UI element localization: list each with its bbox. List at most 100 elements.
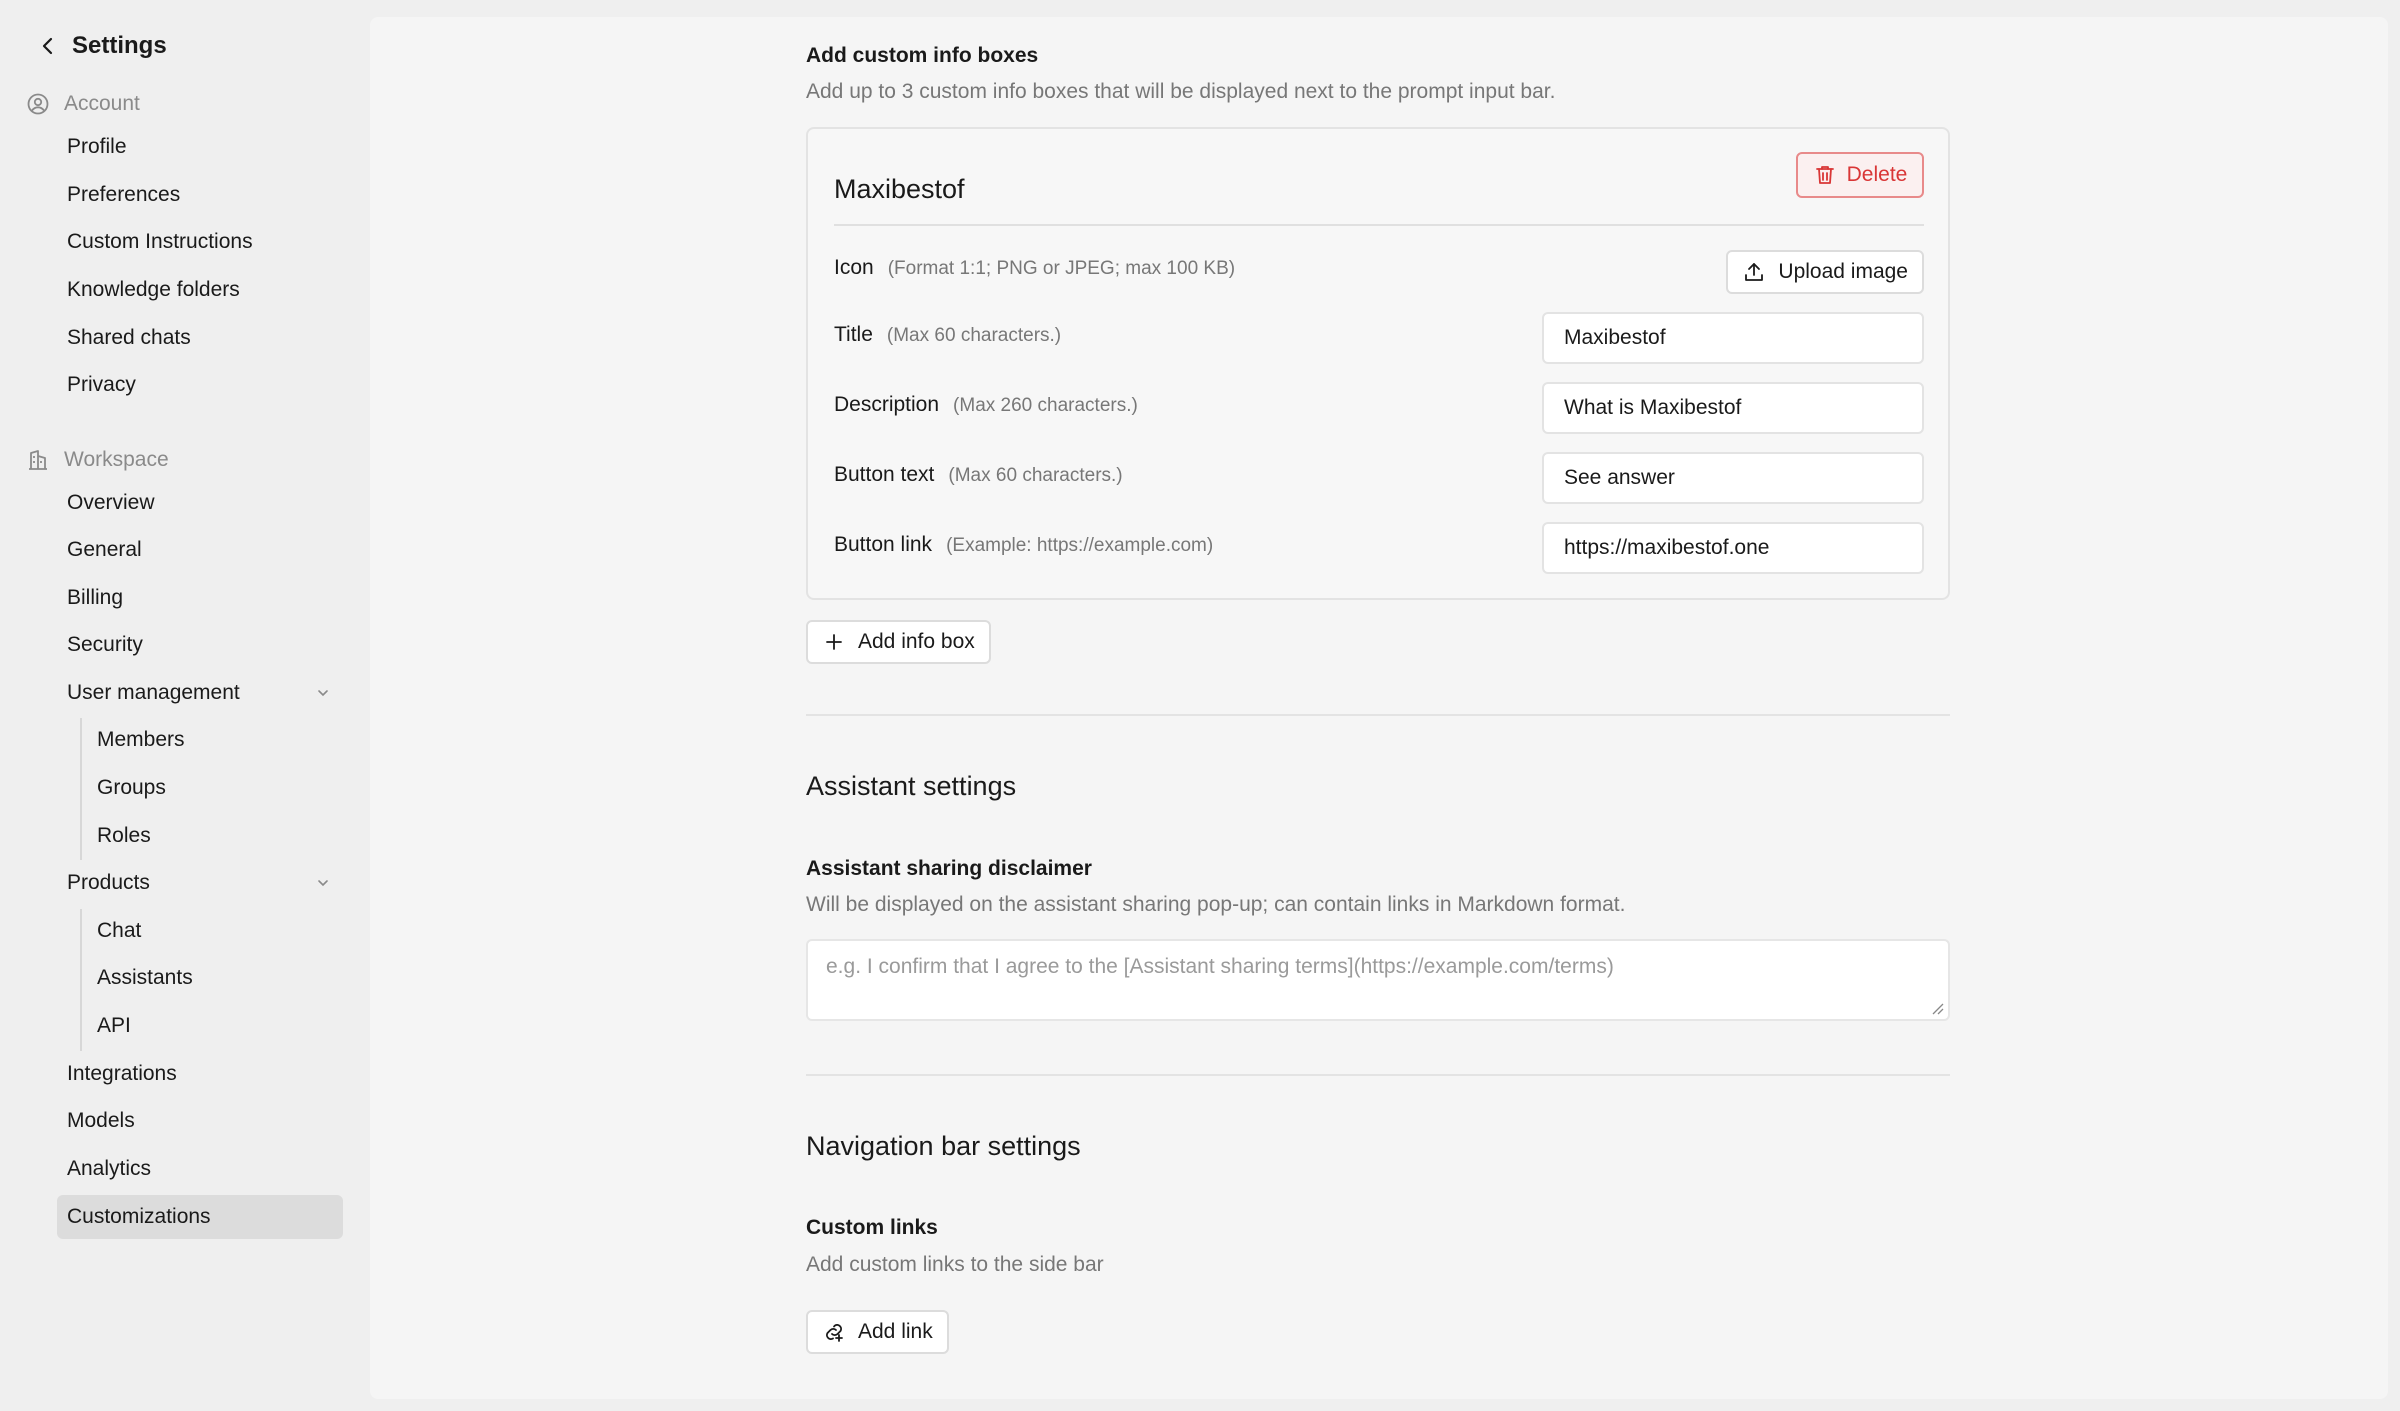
sidebar-item-shared-chats[interactable]: Shared chats: [57, 316, 343, 360]
sidebar-item-groups[interactable]: Groups: [87, 766, 343, 810]
sidebar-item-label: Custom Instructions: [67, 230, 253, 253]
sidebar-item-billing[interactable]: Billing: [57, 576, 343, 620]
sidebar-item-overview[interactable]: Overview: [57, 481, 343, 525]
sidebar-item-label: Models: [67, 1109, 135, 1132]
button-link-hint: (Example: https://example.com): [946, 535, 1214, 556]
sidebar-item-integrations[interactable]: Integrations: [57, 1052, 343, 1096]
info-box-card: Maxibestof Delete Icon (Format 1:1; PNG …: [806, 127, 1950, 600]
disclaimer-placeholder: e.g. I confirm that I agree to the [Assi…: [826, 955, 1614, 978]
upload-icon: [1745, 263, 1764, 281]
sidebar-item-general[interactable]: General: [57, 528, 343, 572]
disclaimer-description: Will be displayed on the assistant shari…: [806, 893, 1626, 916]
sidebar-item-custom-instructions[interactable]: Custom Instructions: [57, 220, 343, 264]
title-row-label: Title (Max 60 characters.): [834, 323, 1061, 347]
sidebar-item-roles[interactable]: Roles: [87, 814, 343, 858]
disclaimer-textarea[interactable]: e.g. I confirm that I agree to the [Assi…: [806, 939, 1950, 1021]
navigation-settings-title: Navigation bar settings: [806, 1131, 1081, 1161]
button-link-input[interactable]: https://maxibestof.one: [1542, 522, 1924, 574]
account-section-header: Account: [26, 86, 140, 122]
sidebar-item-preferences[interactable]: Preferences: [57, 173, 343, 217]
account-section-label: Account: [64, 92, 140, 115]
sidebar-item-profile[interactable]: Profile: [57, 125, 343, 169]
sidebar-item-label: Billing: [67, 586, 124, 609]
sidebar-item-label: Assistants: [97, 966, 193, 989]
delete-button[interactable]: Delete: [1796, 152, 1924, 198]
sidebar-item-chat[interactable]: Chat: [87, 909, 343, 953]
sidebar-item-assistants[interactable]: Assistants: [87, 956, 343, 1000]
description-hint: (Max 260 characters.): [953, 395, 1138, 416]
button-text-hint: (Max 60 characters.): [948, 465, 1123, 486]
building-icon: [29, 450, 47, 470]
button-text-label: Button text: [834, 463, 935, 486]
add-info-box-button[interactable]: Add info box: [806, 620, 991, 664]
sidebar-item-products[interactable]: Products: [57, 861, 343, 905]
chevron-left-icon: [42, 37, 53, 55]
button-text-input[interactable]: See answer: [1542, 452, 1924, 504]
card-divider: [834, 224, 1924, 226]
sidebar-item-knowledge-folders[interactable]: Knowledge folders: [57, 268, 343, 312]
submenu-rail: [80, 909, 82, 1051]
button-link-row-label: Button link (Example: https://example.co…: [834, 533, 1213, 557]
info-box-name: Maxibestof: [834, 174, 965, 204]
description-row-label: Description (Max 260 characters.): [834, 393, 1138, 417]
sidebar-item-user-management[interactable]: User management: [57, 671, 343, 715]
sidebar-item-models[interactable]: Models: [57, 1099, 343, 1143]
description-label: Description: [834, 393, 940, 416]
section-divider: [806, 714, 1950, 716]
title-hint: (Max 60 characters.): [886, 325, 1062, 346]
button-text-row-label: Button text (Max 60 characters.): [834, 463, 1123, 487]
sidebar-item-label: Privacy: [67, 373, 136, 396]
user-circle-icon: [27, 93, 49, 115]
sidebar-item-privacy[interactable]: Privacy: [57, 363, 343, 407]
sidebar-item-label: Knowledge folders: [67, 278, 240, 301]
settings-sidebar: Settings Account Profile Preferences Cus…: [0, 0, 368, 1411]
description-input[interactable]: What is Maxibestof: [1542, 382, 1924, 434]
workspace-section-header: Workspace: [26, 442, 169, 478]
sidebar-item-label: Members: [97, 728, 185, 751]
disclaimer-label: Assistant sharing disclaimer: [806, 857, 1092, 880]
main-panel: Add custom info boxes Add up to 3 custom…: [370, 17, 2388, 1399]
sidebar-item-label: Roles: [97, 824, 151, 847]
sidebar-item-label: Chat: [97, 919, 142, 942]
sidebar-item-security[interactable]: Security: [57, 623, 343, 667]
back-to-settings[interactable]: Settings: [36, 26, 167, 66]
button-link-label: Button link: [834, 533, 933, 556]
sidebar-item-label: API: [97, 1014, 131, 1037]
trash-icon: [1815, 166, 1834, 184]
sidebar-item-label: Overview: [67, 491, 155, 514]
upload-image-button[interactable]: Upload image: [1726, 250, 1924, 294]
sidebar-item-label: Integrations: [67, 1062, 177, 1085]
title-input[interactable]: Maxibestof: [1542, 312, 1924, 364]
add-link-label: Add link: [858, 1320, 933, 1343]
delete-label: Delete: [1846, 163, 1908, 186]
settings-title: Settings: [72, 32, 167, 59]
resize-handle-icon[interactable]: [1930, 1001, 1944, 1015]
link-add-icon: [826, 1324, 843, 1342]
sidebar-item-customizations[interactable]: Customizations: [57, 1195, 343, 1239]
sidebar-item-label: Analytics: [67, 1157, 152, 1180]
sidebar-item-label: General: [67, 538, 142, 561]
plus-icon: [826, 634, 842, 650]
chevron-down-icon: [318, 690, 328, 697]
sidebar-item-analytics[interactable]: Analytics: [57, 1147, 343, 1191]
title-label: Title: [834, 323, 873, 346]
sidebar-item-label: User management: [67, 681, 240, 704]
sidebar-item-label: Profile: [67, 135, 127, 158]
custom-links-label: Custom links: [806, 1216, 938, 1239]
info-boxes-title: Add custom info boxes: [806, 44, 1039, 67]
info-boxes-description: Add up to 3 custom info boxes that will …: [806, 80, 1556, 103]
sidebar-item-label: Customizations: [67, 1205, 211, 1228]
chevron-down-icon: [318, 880, 328, 887]
sidebar-item-api[interactable]: API: [87, 1004, 343, 1048]
submenu-rail: [80, 718, 82, 860]
section-divider: [806, 1074, 1950, 1076]
sidebar-item-label: Preferences: [67, 183, 181, 206]
add-info-box-label: Add info box: [858, 630, 975, 653]
add-link-button[interactable]: Add link: [806, 1310, 949, 1354]
sidebar-item-members[interactable]: Members: [87, 718, 343, 762]
upload-image-label: Upload image: [1778, 260, 1908, 283]
icon-label: Icon: [834, 256, 874, 279]
sidebar-item-label: Shared chats: [67, 326, 191, 349]
sidebar-item-label: Security: [67, 633, 143, 656]
sidebar-item-label: Products: [67, 871, 150, 894]
